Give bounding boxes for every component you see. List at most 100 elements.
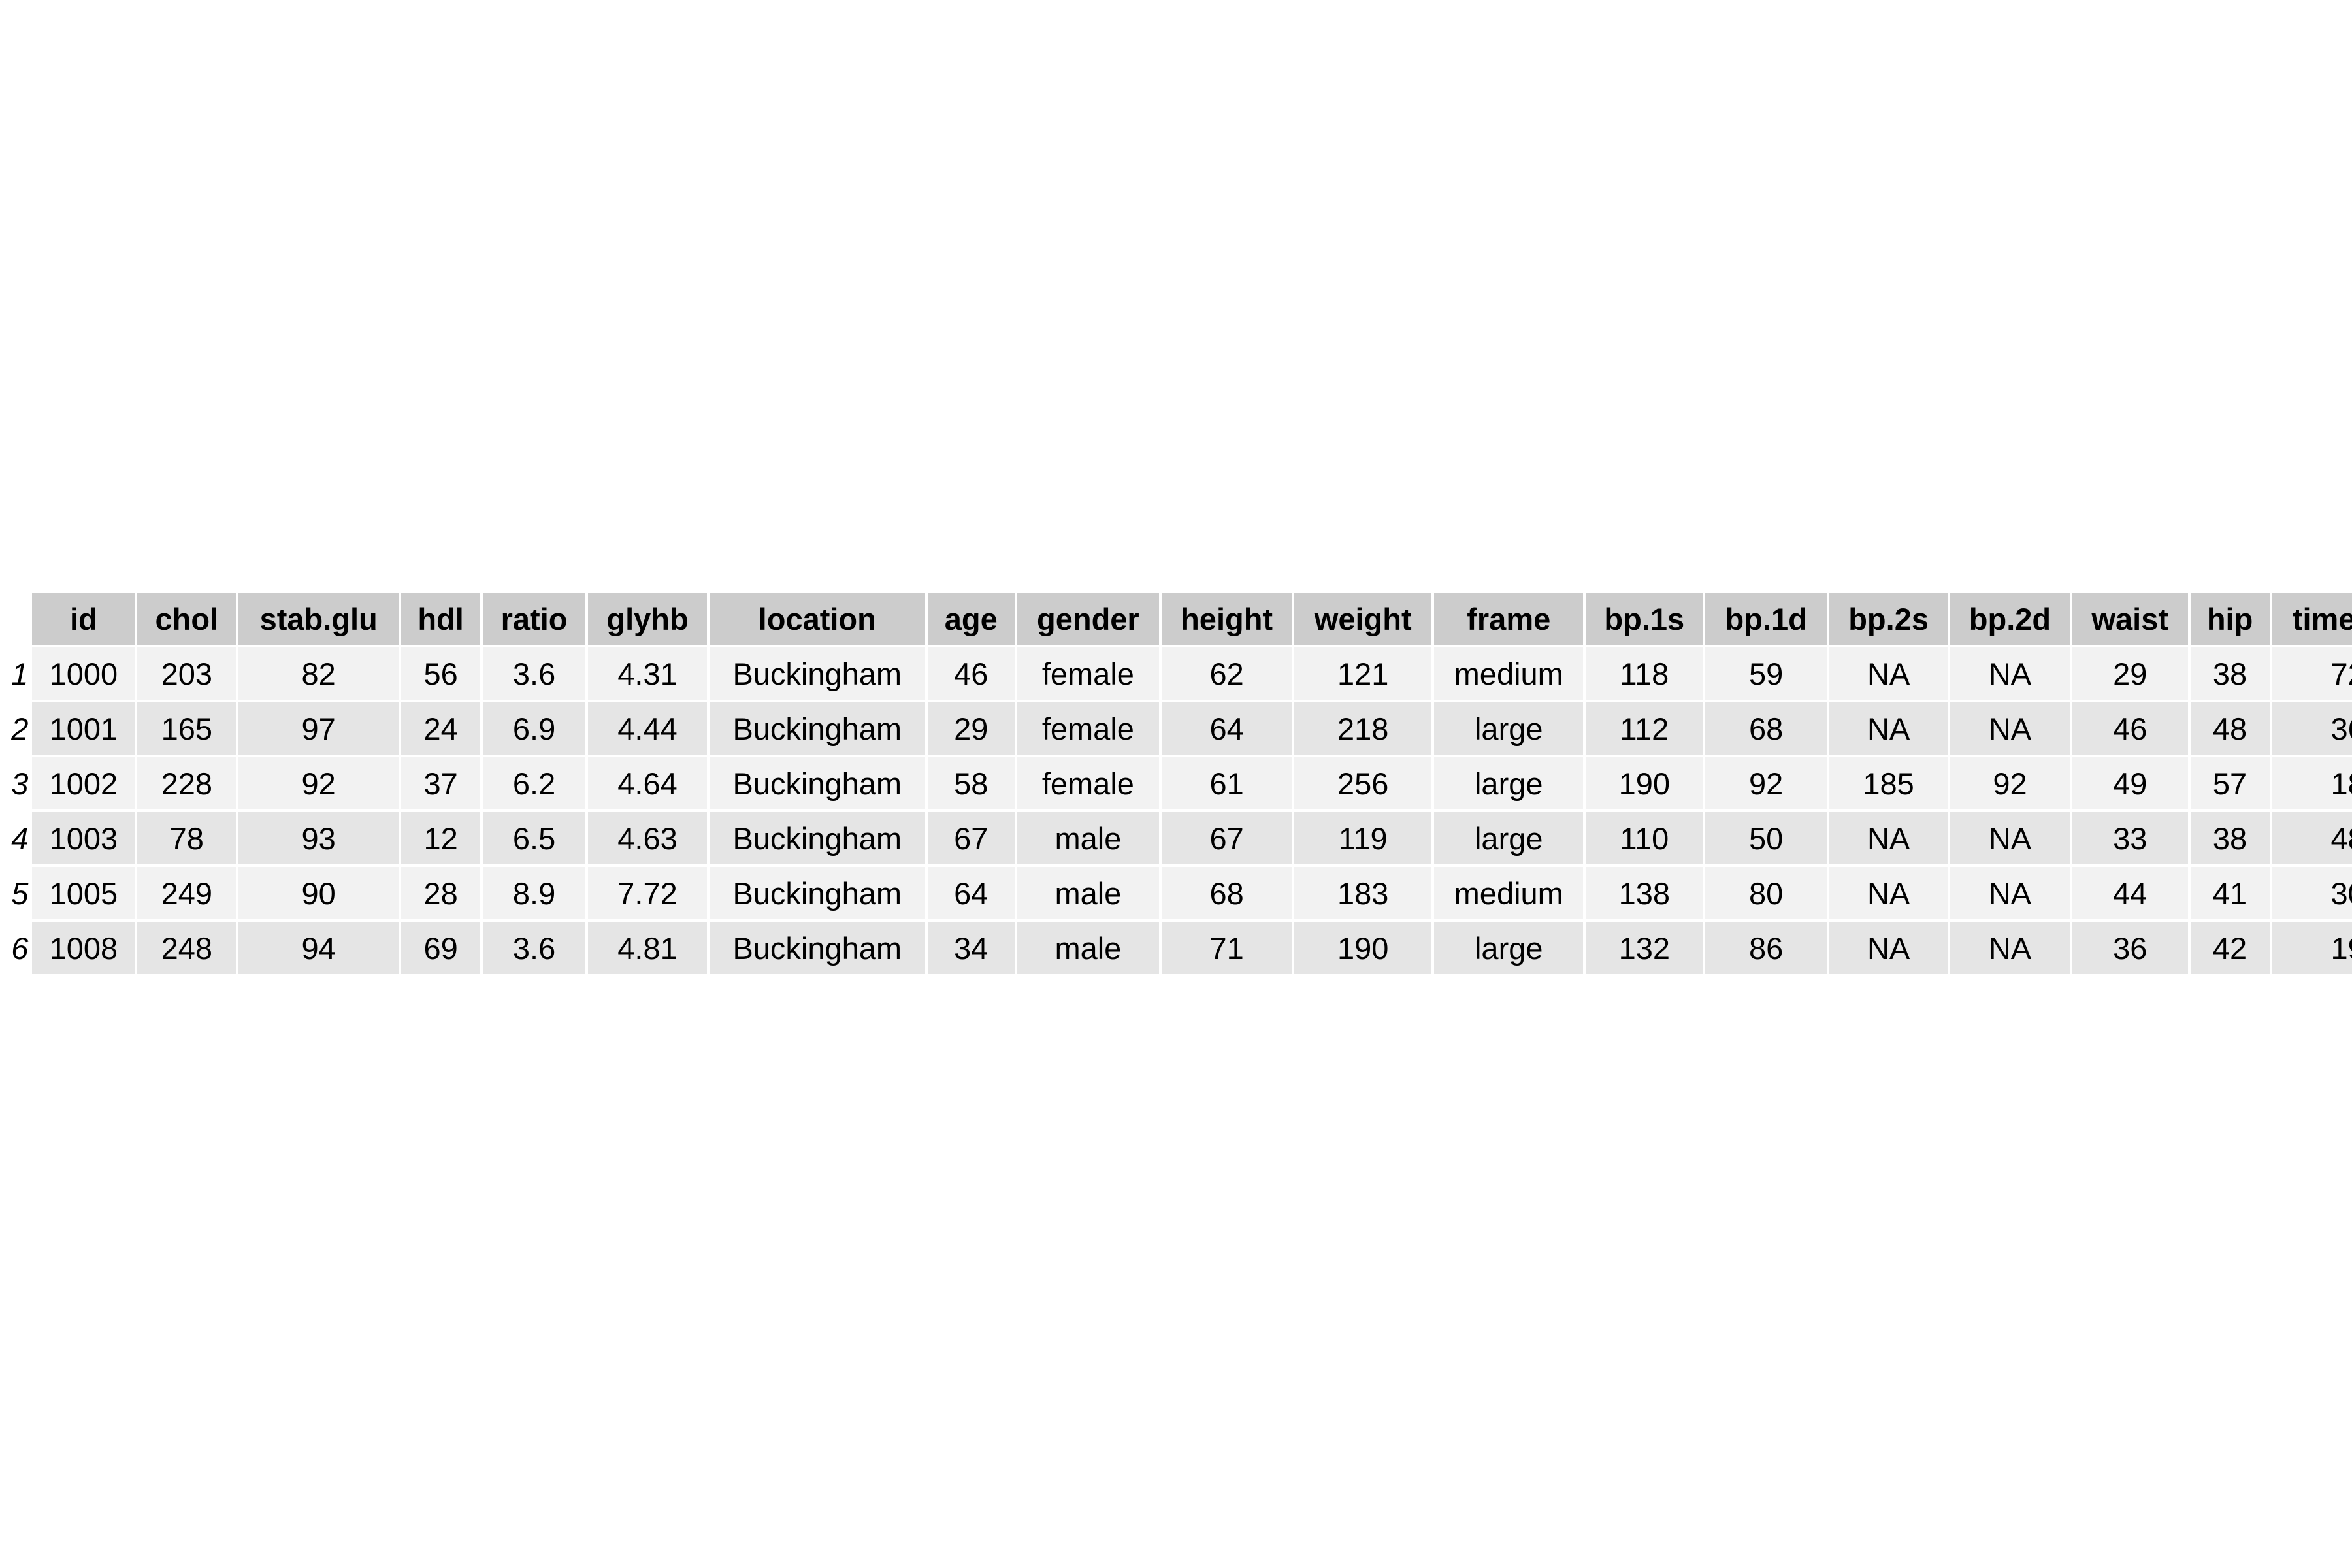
cell-bp-1d: 80: [1705, 867, 1827, 919]
cell-id: 1003: [32, 812, 135, 864]
cell-bp-1d: 50: [1705, 812, 1827, 864]
cell-bp-2s: NA: [1829, 702, 1948, 755]
table-row: 4 1003 78 93 12 6.5 4.63 Buckingham 67 male 67 119 l…: [3, 812, 2352, 864]
cell-stab-glu: 97: [238, 702, 399, 755]
column-header-bp-2d: bp.2d: [1950, 593, 2070, 645]
table-row: 2 1001 165 97 24 6.9 4.44 Buckingham 29 female 64 2…: [3, 702, 2352, 755]
cell-bp-1d: 59: [1705, 647, 1827, 700]
cell-hip: 42: [2190, 922, 2270, 974]
column-header-bp-2s: bp.2s: [1829, 593, 1948, 645]
cell-hip: 48: [2190, 702, 2270, 755]
table-row: 1 1000 203 82 56 3.6 4.31 Buckingham 46 female 62 1…: [3, 647, 2352, 700]
cell-waist: 33: [2072, 812, 2188, 864]
cell-stab-glu: 94: [238, 922, 399, 974]
cell-location: Buckingham: [709, 757, 925, 809]
cell-time-ppn: 195: [2272, 922, 2352, 974]
cell-age: 67: [927, 812, 1015, 864]
column-header-stab-glu: stab.glu: [238, 593, 399, 645]
cell-bp-2d: 92: [1950, 757, 2070, 809]
cell-chol: 78: [137, 812, 237, 864]
cell-gender: female: [1017, 757, 1159, 809]
column-header-glyhb: glyhb: [588, 593, 707, 645]
cell-height: 68: [1161, 867, 1292, 919]
cell-bp-2d: NA: [1950, 647, 2070, 700]
cell-bp-1d: 68: [1705, 702, 1827, 755]
cell-stab-glu: 90: [238, 867, 399, 919]
column-header-hdl: hdl: [401, 593, 481, 645]
cell-hip: 41: [2190, 867, 2270, 919]
cell-ratio: 6.2: [483, 757, 586, 809]
cell-bp-1d: 86: [1705, 922, 1827, 974]
cell-waist: 36: [2072, 922, 2188, 974]
cell-ratio: 3.6: [483, 647, 586, 700]
cell-bp-2d: NA: [1950, 867, 2070, 919]
column-header-frame: frame: [1434, 593, 1584, 645]
cell-ratio: 6.9: [483, 702, 586, 755]
cell-hdl: 37: [401, 757, 481, 809]
cell-ratio: 8.9: [483, 867, 586, 919]
cell-glyhb: 4.44: [588, 702, 707, 755]
cell-id: 1008: [32, 922, 135, 974]
cell-weight: 256: [1294, 757, 1432, 809]
cell-id: 1000: [32, 647, 135, 700]
column-header-bp-1s: bp.1s: [1586, 593, 1703, 645]
cell-time-ppn: 180: [2272, 757, 2352, 809]
cell-age: 46: [927, 647, 1015, 700]
cell-gender: male: [1017, 812, 1159, 864]
cell-hip: 38: [2190, 812, 2270, 864]
row-label: 6: [11, 930, 29, 966]
column-header-hip: hip: [2190, 593, 2270, 645]
cell-location: Buckingham: [709, 647, 925, 700]
table-row: 3 1002 228 92 37 6.2 4.64 Buckingham 58 female 61 2…: [3, 757, 2352, 809]
cell-frame: large: [1434, 922, 1584, 974]
column-header-id: id: [32, 593, 135, 645]
cell-glyhb: 7.72: [588, 867, 707, 919]
table-row: 6 1008 248 94 69 3.6 4.81 Buckingham 34 male 71 190…: [3, 922, 2352, 974]
cell-chol: 228: [137, 757, 237, 809]
column-header-age: age: [927, 593, 1015, 645]
cell-bp-1s: 138: [1586, 867, 1703, 919]
cell-height: 61: [1161, 757, 1292, 809]
cell-bp-2d: NA: [1950, 702, 2070, 755]
cell-hdl: 12: [401, 812, 481, 864]
cell-id: 1001: [32, 702, 135, 755]
cell-bp-2d: NA: [1950, 812, 2070, 864]
cell-frame: medium: [1434, 867, 1584, 919]
table-row: 5 1005 249 90 28 8.9 7.72 Buckingham 64 male 68 183…: [3, 867, 2352, 919]
cell-waist: 49: [2072, 757, 2188, 809]
column-header-gender: gender: [1017, 593, 1159, 645]
column-header-time-ppn: time.ppn: [2272, 593, 2352, 645]
cell-hdl: 69: [401, 922, 481, 974]
cell-waist: 44: [2072, 867, 2188, 919]
cell-weight: 121: [1294, 647, 1432, 700]
cell-bp-1s: 112: [1586, 702, 1703, 755]
cell-age: 34: [927, 922, 1015, 974]
cell-gender: male: [1017, 922, 1159, 974]
cell-chol: 249: [137, 867, 237, 919]
cell-location: Buckingham: [709, 867, 925, 919]
cell-age: 64: [927, 867, 1015, 919]
cell-bp-2s: NA: [1829, 812, 1948, 864]
cell-time-ppn: 300: [2272, 867, 2352, 919]
cell-waist: 46: [2072, 702, 2188, 755]
cell-bp-1s: 190: [1586, 757, 1703, 809]
header-row: id chol stab.glu hdl ratio glyhb location age ge…: [3, 593, 2352, 645]
cell-location: Buckingham: [709, 812, 925, 864]
cell-bp-2s: NA: [1829, 647, 1948, 700]
cell-frame: medium: [1434, 647, 1584, 700]
cell-location: Buckingham: [709, 702, 925, 755]
cell-frame: large: [1434, 757, 1584, 809]
corner-cell: [3, 593, 29, 645]
cell-chol: 165: [137, 702, 237, 755]
cell-bp-2s: NA: [1829, 922, 1948, 974]
cell-bp-1d: 92: [1705, 757, 1827, 809]
column-header-bp-1d: bp.1d: [1705, 593, 1827, 645]
cell-gender: female: [1017, 647, 1159, 700]
cell-weight: 119: [1294, 812, 1432, 864]
cell-time-ppn: 480: [2272, 812, 2352, 864]
cell-frame: large: [1434, 812, 1584, 864]
cell-time-ppn: 360: [2272, 702, 2352, 755]
cell-glyhb: 4.64: [588, 757, 707, 809]
cell-chol: 203: [137, 647, 237, 700]
cell-stab-glu: 93: [238, 812, 399, 864]
